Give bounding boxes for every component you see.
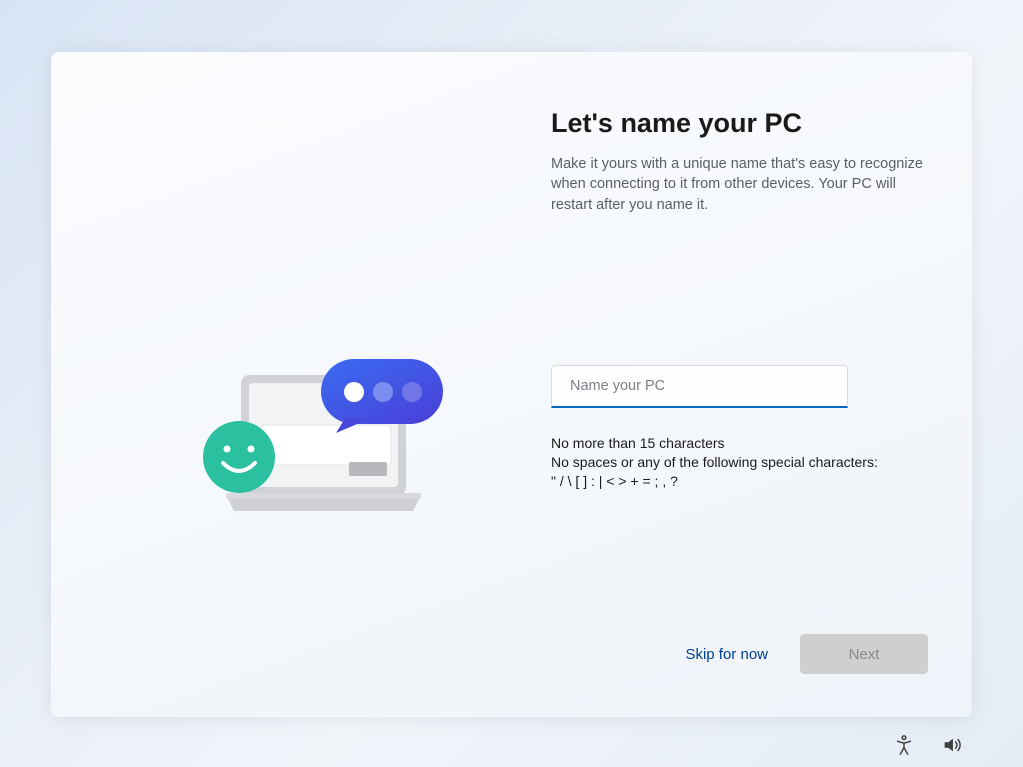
system-tray xyxy=(893,734,963,756)
pc-name-input-wrap[interactable] xyxy=(551,365,848,408)
next-button[interactable]: Next xyxy=(800,634,928,674)
illustration-pane xyxy=(51,52,551,717)
skip-button[interactable]: Skip for now xyxy=(681,636,772,673)
rule-length: No more than 15 characters xyxy=(551,434,932,453)
rule-chars-list: " / \ [ ] : | < > + = ; , ? xyxy=(551,472,932,491)
content-pane: Let's name your PC Make it yours with a … xyxy=(551,52,972,717)
input-rules: No more than 15 characters No spaces or … xyxy=(551,434,932,491)
pc-name-input[interactable] xyxy=(570,378,829,394)
button-row: Skip for now Next xyxy=(681,634,928,674)
setup-card: Let's name your PC Make it yours with a … xyxy=(51,52,972,717)
page-description: Make it yours with a unique name that's … xyxy=(551,154,931,215)
page-title: Let's name your PC xyxy=(551,108,932,139)
volume-icon[interactable] xyxy=(941,734,963,756)
rule-chars: No spaces or any of the following specia… xyxy=(551,453,932,472)
pc-illustration xyxy=(191,347,451,527)
accessibility-icon[interactable] xyxy=(893,734,915,756)
